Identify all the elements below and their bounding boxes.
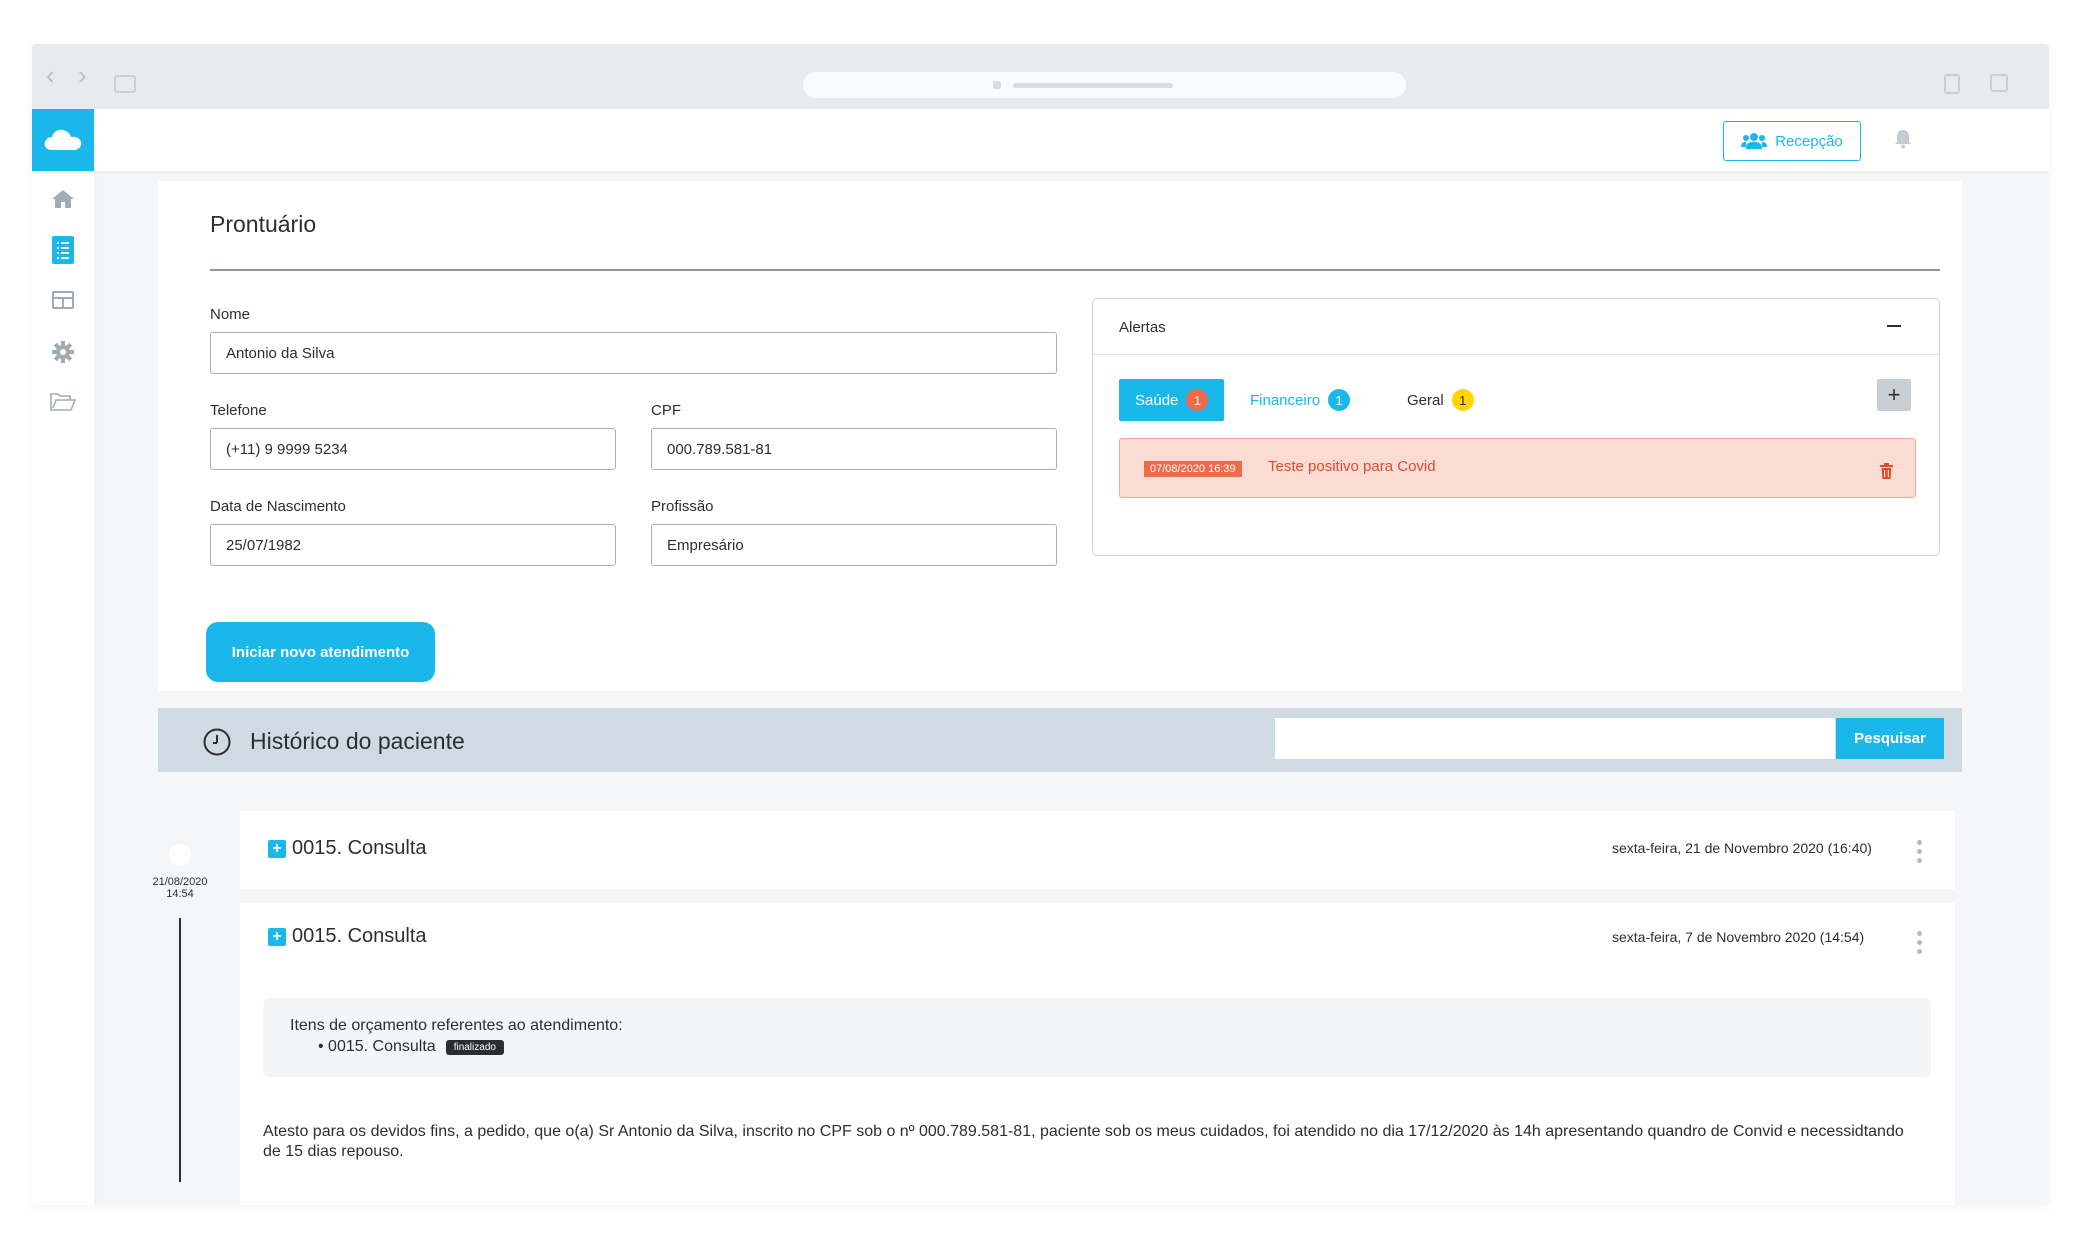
count-badge: 1 bbox=[1451, 389, 1474, 411]
tab-label: Saúde bbox=[1135, 391, 1179, 409]
clock-icon bbox=[203, 728, 231, 761]
sidebar-item-records[interactable] bbox=[48, 235, 78, 265]
birth-label: Data de Nascimento bbox=[210, 498, 346, 515]
tabs-icon[interactable] bbox=[1990, 74, 2008, 92]
timeline-dot bbox=[169, 844, 191, 866]
phone-label: Telefone bbox=[210, 402, 267, 419]
page-title: Prontuário bbox=[210, 211, 317, 237]
lock-icon bbox=[993, 81, 1001, 89]
name-label: Nome bbox=[210, 306, 251, 323]
budget-box: Itens de orçamento referentes ao atendim… bbox=[263, 998, 1931, 1077]
more-options-icon[interactable] bbox=[1917, 931, 1923, 954]
entry-title[interactable]: + 0015. Consulta bbox=[268, 925, 427, 948]
cloud-icon bbox=[44, 129, 82, 150]
entry-title-text: 0015. Consulta bbox=[292, 837, 427, 859]
alert-text: Teste positivo para Covid bbox=[1268, 458, 1436, 475]
folder-icon bbox=[50, 393, 76, 411]
add-alert-button[interactable]: + bbox=[1877, 379, 1911, 411]
profession-label: Profissão bbox=[651, 498, 714, 515]
birth-field[interactable]: 25/07/1982 bbox=[210, 524, 616, 566]
table-icon bbox=[52, 291, 74, 309]
sidebar-item-table[interactable] bbox=[48, 285, 78, 315]
alerts-panel: Alertas Saúde 1 Financeiro 1 Geral 1 + 0… bbox=[1092, 298, 1940, 556]
sidebar-item-settings[interactable] bbox=[48, 337, 78, 367]
logo[interactable] bbox=[32, 109, 94, 171]
reception-label: Recepção bbox=[1775, 132, 1843, 150]
count-badge: 1 bbox=[1186, 389, 1209, 411]
sidebar-item-home[interactable] bbox=[48, 184, 78, 214]
more-options-icon[interactable] bbox=[1917, 840, 1923, 863]
tab-label: Financeiro bbox=[1250, 391, 1321, 409]
sidebar-item-files[interactable] bbox=[48, 387, 78, 417]
alerts-title: Alertas bbox=[1119, 319, 1166, 336]
name-field[interactable]: Antonio da Silva bbox=[210, 332, 1057, 374]
timeline-date-time: 14:54 bbox=[166, 888, 194, 900]
alert-item: 07/08/2020 16:39 Teste positivo para Cov… bbox=[1119, 438, 1916, 498]
top-bar: Recepção bbox=[32, 109, 2049, 171]
divider bbox=[210, 269, 1940, 271]
entry-title-text: 0015. Consulta bbox=[292, 925, 427, 947]
app-window: ‹ › Recepção Prontuário Nome Antonio da … bbox=[32, 44, 2049, 1205]
history-header: Histórico do paciente Pesquisar bbox=[158, 708, 1962, 772]
phone-field[interactable]: (+11) 9 9999 5234 bbox=[210, 428, 616, 470]
tab-geral[interactable]: Geral 1 bbox=[1391, 379, 1490, 421]
gear-icon bbox=[52, 341, 74, 363]
entry-title[interactable]: + 0015. Consulta bbox=[268, 837, 427, 860]
budget-item-text: • 0015. Consulta bbox=[318, 1038, 436, 1055]
budget-header: Itens de orçamento referentes ao atendim… bbox=[290, 1017, 623, 1034]
tab-label: Geral bbox=[1407, 391, 1444, 409]
browser-chrome: ‹ › bbox=[32, 44, 2049, 109]
cpf-field[interactable]: 000.789.581-81 bbox=[651, 428, 1057, 470]
reception-button[interactable]: Recepção bbox=[1723, 121, 1861, 161]
url-placeholder bbox=[1013, 83, 1173, 88]
expand-icon[interactable]: + bbox=[268, 839, 286, 858]
entry-date: sexta-feira, 21 de Novembro 2020 (16:40) bbox=[1612, 840, 1872, 856]
home-icon bbox=[52, 190, 74, 208]
profession-field[interactable]: Empresário bbox=[651, 524, 1057, 566]
sidebar bbox=[32, 171, 94, 1205]
tab-saude[interactable]: Saúde 1 bbox=[1119, 379, 1225, 421]
forward-icon[interactable]: › bbox=[78, 62, 87, 88]
history-entry[interactable]: + 0015. Consulta sexta-feira, 21 de Nove… bbox=[240, 811, 1955, 889]
record-card: Prontuário Nome Antonio da Silva Telefon… bbox=[158, 181, 1962, 691]
sidebar-toggle-icon[interactable] bbox=[114, 75, 136, 93]
list-icon bbox=[52, 236, 74, 264]
trash-icon[interactable] bbox=[1880, 463, 1893, 484]
history-entry[interactable]: + 0015. Consulta sexta-feira, 7 de Novem… bbox=[240, 903, 1955, 1205]
budget-item: • 0015. Consulta finalizado bbox=[318, 1038, 504, 1056]
bell-icon[interactable] bbox=[1894, 129, 1912, 154]
back-icon[interactable]: ‹ bbox=[46, 62, 55, 88]
history-search-input[interactable] bbox=[1275, 718, 1835, 759]
share-icon[interactable] bbox=[1944, 74, 1960, 94]
timeline-date-day: 21/08/2020 bbox=[152, 876, 208, 888]
cpf-label: CPF bbox=[651, 402, 681, 419]
status-badge: finalizado bbox=[445, 1039, 504, 1055]
start-appointment-button[interactable]: Iniciar novo atendimento bbox=[206, 622, 435, 682]
search-button[interactable]: Pesquisar bbox=[1836, 718, 1944, 759]
tab-financeiro[interactable]: Financeiro 1 bbox=[1234, 379, 1366, 421]
count-badge: 1 bbox=[1328, 389, 1351, 411]
timeline-line bbox=[179, 918, 181, 1182]
history-title: Histórico do paciente bbox=[250, 728, 465, 754]
timeline-date: 21/08/2020 14:54 bbox=[140, 876, 220, 900]
users-icon bbox=[1741, 133, 1768, 149]
address-bar[interactable] bbox=[803, 72, 1406, 98]
entry-note: Atesto para os devidos fins, a pedido, q… bbox=[263, 1123, 1904, 1160]
entry-date: sexta-feira, 7 de Novembro 2020 (14:54) bbox=[1612, 929, 1865, 945]
collapse-icon[interactable] bbox=[1887, 325, 1901, 327]
alerts-header: Alertas bbox=[1093, 299, 1939, 355]
expand-icon[interactable]: + bbox=[268, 927, 286, 946]
alert-date: 07/08/2020 16:39 bbox=[1144, 461, 1242, 477]
